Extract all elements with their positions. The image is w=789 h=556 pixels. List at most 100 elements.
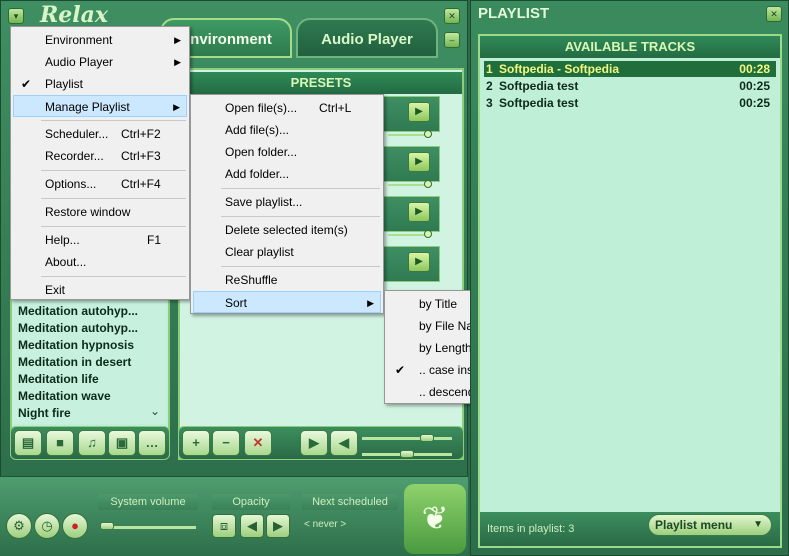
menu-separator (41, 120, 186, 121)
play-icon[interactable]: ▶ (408, 252, 430, 272)
more-icon[interactable]: … (138, 430, 166, 456)
menu-item-add-files[interactable]: Add file(s)... (193, 119, 381, 141)
decrease-opacity-icon[interactable]: ◀ (240, 514, 264, 538)
track-row[interactable]: 3 Softpedia test 00:25 (484, 95, 776, 111)
playlist-title: PLAYLIST (478, 5, 550, 22)
menu-item-label: Options... (45, 177, 97, 191)
new-icon[interactable]: ▤ (14, 430, 42, 456)
play-icon[interactable]: ▶ (300, 430, 328, 456)
menu-separator (221, 266, 380, 267)
chevron-down-icon: ▼ (753, 519, 763, 530)
menu-item-label: Environment (45, 33, 113, 47)
volume-slider-thumb[interactable] (420, 434, 434, 442)
list-item[interactable]: Meditation life (18, 372, 99, 386)
save-icon[interactable]: ▣ (108, 430, 136, 456)
preset-volume-knob[interactable] (424, 130, 432, 138)
balance-slider-thumb[interactable] (400, 450, 414, 458)
music-note-icon[interactable]: ♫ (78, 430, 106, 456)
opacity-icon[interactable]: ⧈ (212, 514, 236, 538)
track-name: Softpedia test (499, 96, 579, 110)
menu-item-label: Playlist (45, 77, 84, 91)
list-item[interactable]: Meditation autohyp... (18, 321, 138, 335)
menu-item-shortcut: Ctrl+F3 (121, 149, 161, 163)
stop-icon[interactable]: ■ (46, 430, 74, 456)
menu-item-exit[interactable]: Exit (13, 279, 187, 301)
volume-slider[interactable] (362, 437, 452, 440)
play-icon[interactable]: ▶ (408, 152, 430, 172)
main-context-menu: Environment ▶ Audio Player ▶ ✔ Playlist … (10, 26, 190, 300)
menu-item-save-playlist[interactable]: Save playlist... (193, 191, 381, 213)
track-name: Softpedia test (499, 79, 579, 93)
menu-item-open-files[interactable]: Open file(s)... Ctrl+L (193, 97, 381, 119)
menu-item-audio-player[interactable]: Audio Player ▶ (13, 51, 187, 73)
preset-volume-knob[interactable] (424, 180, 432, 188)
sounds-list[interactable]: Meditation autohyp... Meditation autohyp… (12, 300, 166, 424)
menu-item-label: Open folder... (225, 145, 298, 159)
delete-icon[interactable]: ✕ (244, 430, 272, 456)
menu-item-reshuffle[interactable]: ReShuffle (193, 269, 381, 291)
list-item[interactable]: Night fire (18, 406, 71, 420)
menu-item-label: by Length (419, 341, 472, 355)
minimize-button[interactable]: – (444, 32, 460, 48)
menu-item-clear-playlist[interactable]: Clear playlist (193, 241, 381, 263)
close-icon[interactable]: ✕ (766, 6, 782, 22)
system-volume-thumb[interactable] (100, 522, 114, 530)
track-number: 1 (486, 62, 493, 76)
play-icon[interactable]: ▶ (408, 102, 430, 122)
speaker-icon[interactable]: ◀ (330, 430, 358, 456)
add-icon[interactable]: + (182, 430, 210, 456)
app-menu-button[interactable]: ▾ (8, 8, 24, 24)
record-icon[interactable]: ● (62, 513, 88, 539)
system-volume-slider[interactable] (102, 526, 196, 529)
available-tracks-header: AVAILABLE TRACKS (480, 36, 780, 58)
clock-icon[interactable]: ◷ (34, 513, 60, 539)
list-item[interactable]: Meditation autohyp... (18, 304, 138, 318)
next-scheduled-value: < never > (304, 519, 347, 530)
track-row[interactable]: 1 Softpedia - Softpedia 00:28 (484, 61, 776, 77)
menu-item-about[interactable]: About... (13, 251, 187, 273)
menu-item-add-folder[interactable]: Add folder... (193, 163, 381, 185)
menu-item-label: Add folder... (225, 167, 290, 181)
preset-volume-knob[interactable] (424, 230, 432, 238)
menu-item-open-folder[interactable]: Open folder... (193, 141, 381, 163)
menu-item-label: Add file(s)... (225, 123, 290, 137)
menu-separator (41, 226, 186, 227)
play-icon[interactable]: ▶ (408, 202, 430, 222)
menu-item-manage-playlist[interactable]: Manage Playlist ▶ (13, 95, 187, 117)
playlist-menu-button[interactable]: Playlist menu ▼ (648, 514, 772, 536)
menu-item-label: Save playlist... (225, 195, 303, 209)
chevron-right-icon: ▶ (174, 35, 181, 45)
playlist-panel (478, 34, 782, 548)
tab-audio-player[interactable]: Audio Player (296, 18, 438, 58)
menu-item-sort[interactable]: Sort ▶ (193, 291, 381, 313)
increase-opacity-icon[interactable]: ▶ (266, 514, 290, 538)
menu-item-label: Sort (225, 296, 248, 310)
menu-item-scheduler[interactable]: Scheduler... Ctrl+F2 (13, 123, 187, 145)
menu-item-options[interactable]: Options... Ctrl+F4 (13, 173, 187, 195)
menu-item-label: About... (45, 255, 87, 269)
opacity-label: Opacity (212, 494, 290, 510)
app-logo: Relax (40, 2, 109, 28)
menu-separator (41, 170, 186, 171)
menu-item-playlist[interactable]: ✔ Playlist (13, 73, 187, 95)
manage-playlist-submenu: Open file(s)... Ctrl+L Add file(s)... Op… (190, 94, 384, 314)
menu-separator (221, 188, 380, 189)
items-count: Items in playlist: 3 (487, 523, 575, 535)
check-icon: ✔ (395, 363, 406, 377)
close-button[interactable]: ✕ (444, 8, 460, 24)
menu-item-restore-window[interactable]: Restore window (13, 201, 187, 223)
menu-item-label: Recorder... (45, 149, 104, 163)
scroll-down-icon[interactable]: ⌄ (150, 404, 160, 418)
menu-item-environment[interactable]: Environment ▶ (13, 29, 187, 51)
track-row[interactable]: 2 Softpedia test 00:25 (484, 78, 776, 94)
list-item[interactable]: Meditation wave (18, 389, 111, 403)
track-number: 3 (486, 96, 493, 110)
remove-icon[interactable]: − (212, 430, 240, 456)
menu-item-recorder[interactable]: Recorder... Ctrl+F3 (13, 145, 187, 167)
gear-icon[interactable]: ⚙ (6, 513, 32, 539)
list-item[interactable]: Meditation in desert (18, 355, 131, 369)
menu-item-delete-selected[interactable]: Delete selected item(s) (193, 219, 381, 241)
menu-item-shortcut: F1 (147, 233, 162, 247)
menu-item-help[interactable]: Help... F1 (13, 229, 187, 251)
list-item[interactable]: Meditation hypnosis (18, 338, 134, 352)
